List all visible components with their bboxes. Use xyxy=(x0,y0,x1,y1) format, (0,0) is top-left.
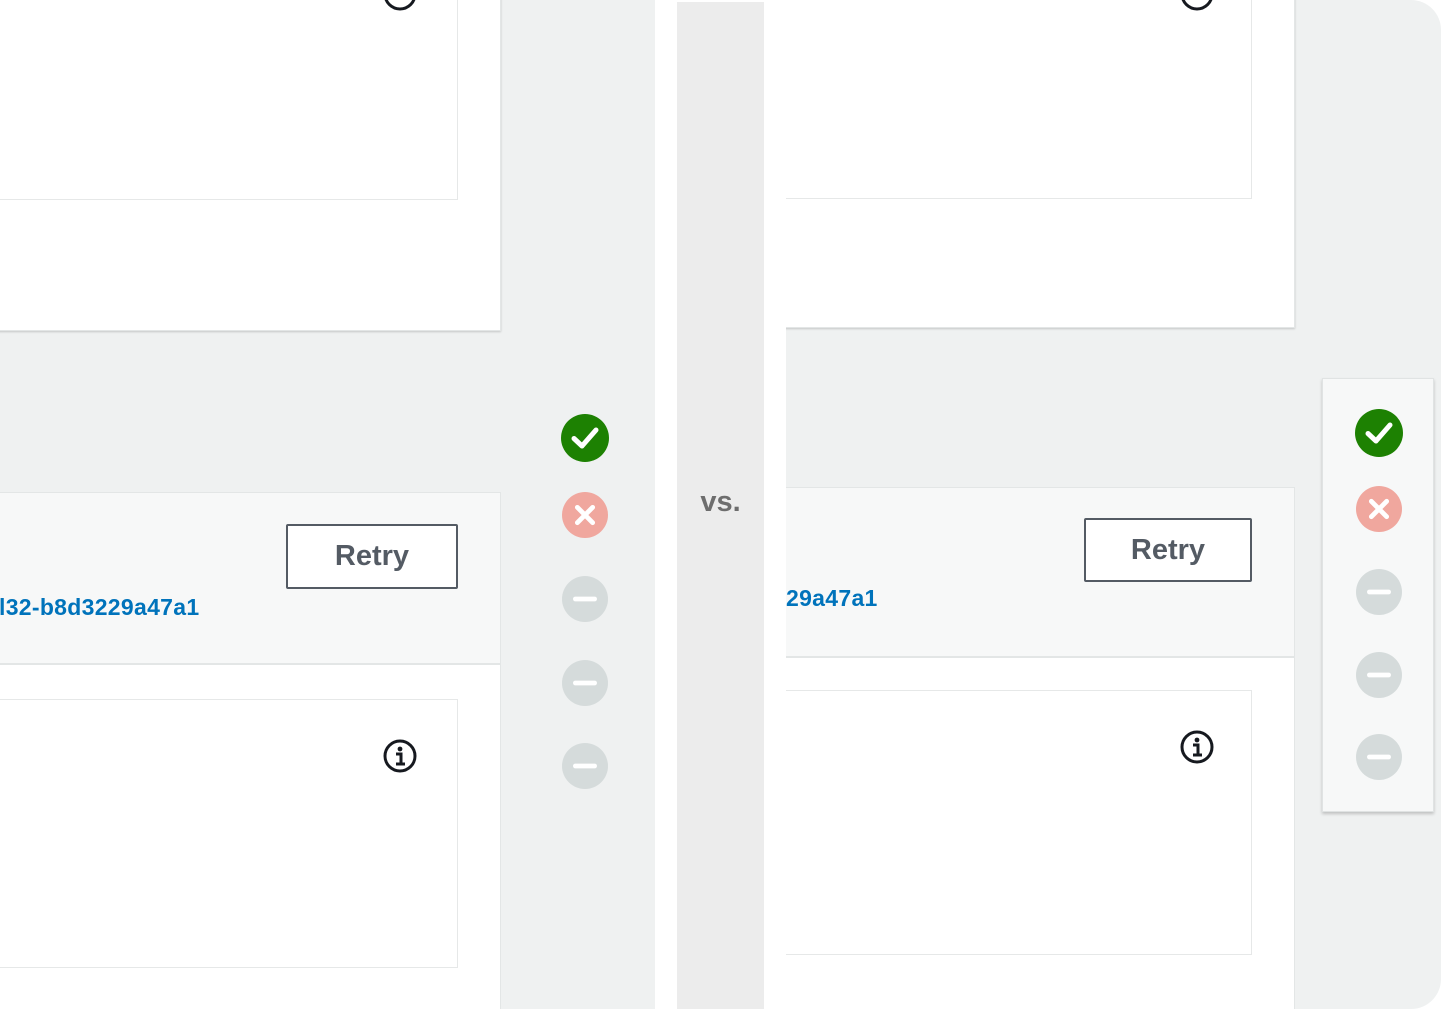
info-icon[interactable] xyxy=(1179,729,1215,765)
lower-stage-header: Retry 29a47a1 xyxy=(786,487,1295,657)
execution-id-link[interactable]: 29a47a1 xyxy=(786,585,878,612)
info-icon[interactable] xyxy=(1179,0,1215,12)
lower-stage-card xyxy=(0,664,501,1009)
upper-stage-detail-box xyxy=(786,0,1252,199)
upper-stage-detail-box xyxy=(0,0,458,200)
lower-stage-card xyxy=(786,657,1295,1009)
pending-icon xyxy=(1356,569,1402,615)
stage-status-column xyxy=(561,414,609,794)
execution-id-link[interactable]: l32-b8d3229a47a1 xyxy=(0,594,199,621)
success-icon xyxy=(561,414,609,462)
retry-button[interactable]: Retry xyxy=(286,524,458,589)
retry-button[interactable]: Retry xyxy=(1084,518,1252,582)
lower-stage-detail-box xyxy=(786,690,1252,955)
left-comparison-panel: Retry l32-b8d3229a47a1 xyxy=(0,0,655,1009)
pending-icon xyxy=(562,743,608,789)
info-icon[interactable] xyxy=(382,738,418,774)
stage-status-card xyxy=(1322,378,1434,812)
vs-label: vs. xyxy=(700,486,741,518)
right-comparison-panel: Retry 29a47a1 xyxy=(786,0,1441,1009)
pending-icon xyxy=(562,660,608,706)
failed-icon xyxy=(562,492,608,538)
pending-icon xyxy=(1356,652,1402,698)
lower-stage-header: Retry l32-b8d3229a47a1 xyxy=(0,492,501,664)
success-icon xyxy=(1355,409,1403,457)
upper-stage-card xyxy=(0,0,501,331)
pending-icon xyxy=(562,576,608,622)
failed-icon xyxy=(1356,486,1402,532)
info-icon[interactable] xyxy=(382,0,418,12)
upper-stage-card xyxy=(786,0,1295,328)
pending-icon xyxy=(1356,734,1402,780)
lower-stage-detail-box xyxy=(0,699,458,968)
